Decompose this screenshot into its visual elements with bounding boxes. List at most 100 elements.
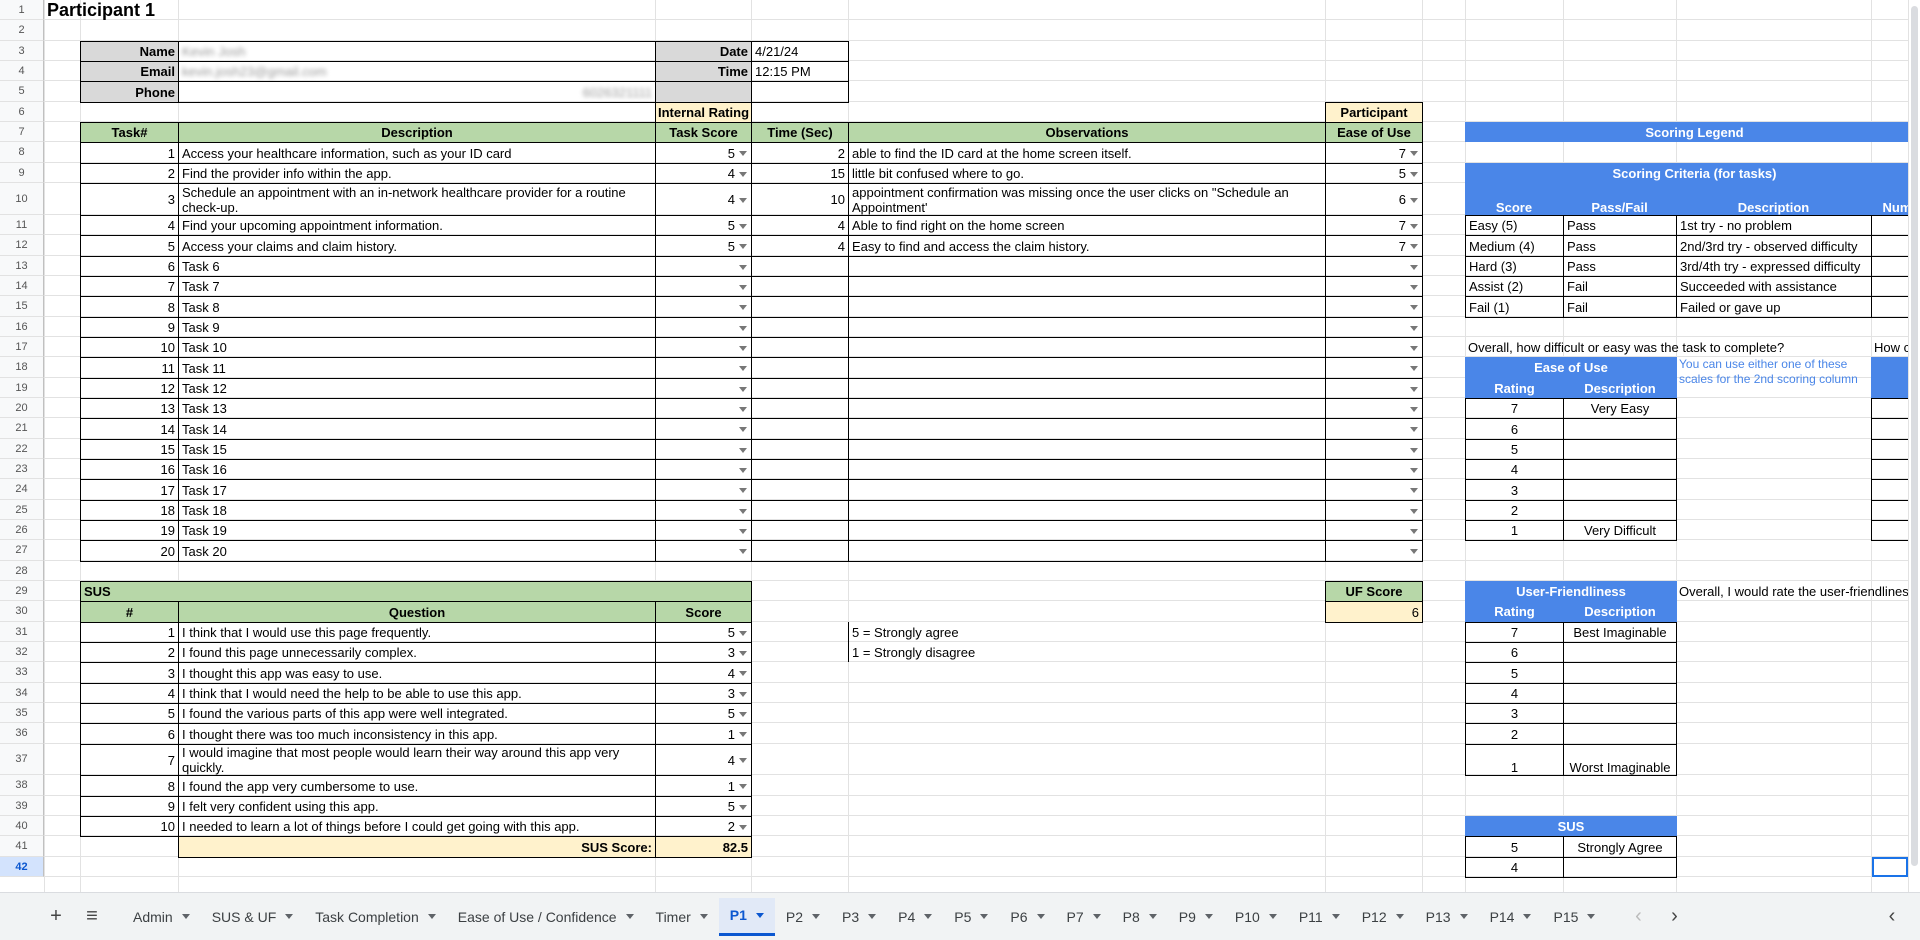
task-score-dropdown[interactable] [655,357,752,379]
row-header[interactable]: 11 [0,215,44,235]
task-time[interactable] [751,540,849,562]
task-description[interactable]: Task 19 [178,520,656,541]
task-time[interactable] [751,276,849,297]
row-header[interactable]: 19 [0,378,44,398]
chevron-down-icon[interactable] [1459,914,1468,919]
row-header[interactable]: 31 [0,622,44,642]
task-observation[interactable] [848,378,1326,399]
tab-p8[interactable]: P8 [1112,898,1168,936]
task-time[interactable] [751,256,849,277]
dropdown-arrow-icon[interactable] [739,406,747,412]
task-time[interactable] [751,479,849,501]
dropdown-arrow-icon[interactable] [739,427,747,432]
row-header[interactable]: 39 [0,796,44,816]
dropdown-arrow-icon[interactable] [739,171,747,177]
row-header[interactable]: 16 [0,317,44,337]
dropdown-arrow-icon[interactable] [739,151,747,156]
dropdown-arrow-icon[interactable] [1410,528,1418,534]
row-header[interactable]: 36 [0,723,44,744]
ease-of-use-dropdown[interactable] [1325,296,1423,318]
row-header[interactable]: 5 [0,81,44,102]
ease-of-use-dropdown[interactable]: 5 [1325,163,1423,184]
tab-p9[interactable]: P9 [1168,898,1224,936]
tab-ease-of-use-confidence[interactable]: Ease of Use / Confidence [447,898,645,936]
task-observation[interactable]: little bit confused where to go. [848,163,1326,184]
task-time[interactable] [751,296,849,318]
dropdown-arrow-icon[interactable] [739,197,747,203]
chevron-down-icon[interactable] [1148,914,1157,919]
task-time[interactable]: 15 [751,163,849,184]
dropdown-arrow-icon[interactable] [1410,447,1418,453]
ease-of-use-dropdown[interactable] [1325,500,1423,521]
row-header[interactable]: 42 [0,857,44,877]
spreadsheet-grid[interactable]: 1 2 3 4 5 6 7 8 9 10 11 12 13 14 15 16 17 18 19 20 21 22 23 24 2… [0,0,1908,892]
row-header[interactable]: 8 [0,142,44,163]
dropdown-arrow-icon[interactable] [739,264,747,270]
row-header[interactable]: 2 [0,20,44,41]
task-description[interactable]: Access your claims and claim history. [178,235,656,257]
ease-of-use-dropdown[interactable]: 6 [1325,183,1423,216]
row-header[interactable]: 6 [0,102,44,122]
sus-score-dropdown[interactable]: 4 [655,662,752,684]
dropdown-arrow-icon[interactable] [1410,151,1418,156]
dropdown-arrow-icon[interactable] [739,508,747,514]
task-score-dropdown[interactable] [655,378,752,399]
ease-of-use-dropdown[interactable]: 7 [1325,215,1423,236]
task-observation[interactable] [848,398,1326,419]
row-header[interactable]: 17 [0,337,44,357]
add-sheet-button[interactable]: + [38,899,74,935]
task-time[interactable] [751,317,849,338]
chevron-down-icon[interactable] [924,914,933,919]
task-observation[interactable] [848,439,1326,460]
sus-score-dropdown[interactable]: 3 [655,642,752,663]
tab-p5[interactable]: P5 [943,898,999,936]
dropdown-arrow-icon[interactable] [739,223,747,229]
row-header[interactable]: 40 [0,816,44,836]
task-observation[interactable] [848,317,1326,338]
dropdown-arrow-icon[interactable] [1410,171,1418,177]
task-time[interactable] [751,459,849,480]
dropdown-arrow-icon[interactable] [1410,284,1418,290]
task-observation[interactable] [848,256,1326,277]
ease-of-use-dropdown[interactable] [1325,378,1423,399]
phone-value[interactable]: 6026321111 [178,81,656,103]
task-description[interactable]: Task 11 [178,357,656,379]
dropdown-arrow-icon[interactable] [739,732,747,737]
tab-p2[interactable]: P2 [775,898,831,936]
row-header[interactable]: 32 [0,642,44,662]
task-score-dropdown[interactable]: 5 [655,235,752,257]
dropdown-arrow-icon[interactable] [739,305,747,310]
ease-of-use-dropdown[interactable] [1325,317,1423,338]
ease-of-use-dropdown[interactable] [1325,276,1423,297]
ease-of-use-dropdown[interactable] [1325,418,1423,440]
row-header[interactable]: 28 [0,561,44,581]
all-sheets-button[interactable]: ≡ [74,899,110,935]
task-observation[interactable] [848,296,1326,318]
vertical-scrollbar[interactable] [1908,0,1920,892]
task-observation[interactable] [848,276,1326,297]
task-description[interactable]: Task 13 [178,398,656,419]
task-description[interactable]: Task 18 [178,500,656,521]
chevron-down-icon[interactable] [1204,914,1213,919]
task-observation[interactable]: appointment confirmation was missing onc… [848,183,1326,216]
task-description[interactable]: Task 7 [178,276,656,297]
task-description[interactable]: Task 14 [178,418,656,440]
vertical-scroll-thumb[interactable] [1911,6,1918,866]
chevron-down-icon[interactable] [1092,914,1101,919]
tab-p7[interactable]: P7 [1056,898,1112,936]
dropdown-arrow-icon[interactable] [739,325,747,331]
tab-p10[interactable]: P10 [1224,898,1288,936]
chevron-down-icon[interactable] [625,914,634,919]
chevron-down-icon[interactable] [755,912,764,918]
task-observation[interactable] [848,357,1326,379]
sus-score-dropdown[interactable]: 5 [655,703,752,724]
task-time[interactable]: 2 [751,142,849,164]
tab-p14[interactable]: P14 [1479,898,1543,936]
dropdown-arrow-icon[interactable] [739,366,747,371]
sus-score-dropdown[interactable]: 5 [655,622,752,643]
dropdown-arrow-icon[interactable] [739,824,747,830]
ease-of-use-dropdown[interactable] [1325,520,1423,541]
task-score-dropdown[interactable]: 5 [655,142,752,164]
row-header[interactable]: 33 [0,662,44,683]
time-value[interactable]: 12:15 PM [751,61,849,82]
